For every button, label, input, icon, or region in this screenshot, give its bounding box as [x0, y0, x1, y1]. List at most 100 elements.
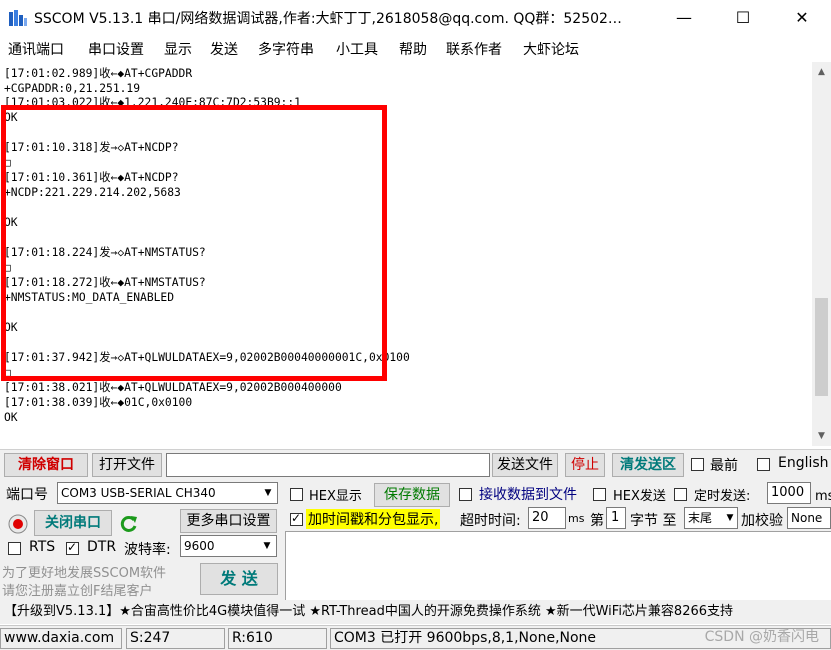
- byte-to-label: 字节 至: [630, 513, 677, 529]
- stop-button[interactable]: 停止: [565, 453, 605, 477]
- send-button[interactable]: 发 送: [200, 563, 278, 595]
- byte-from-input[interactable]: 1: [606, 507, 626, 529]
- log-line: [17:01:10.361]收←◆AT+NCDP?: [4, 171, 179, 184]
- interval-input[interactable]: 1000: [767, 482, 811, 504]
- app-logo-icon: [9, 10, 27, 26]
- hex-send-checkbox[interactable]: [593, 488, 606, 501]
- baud-select-value: 9600: [184, 539, 215, 553]
- port-select[interactable]: COM3 USB-SERIAL CH340 ▼: [57, 482, 278, 504]
- port-select-value: COM3 USB-SERIAL CH340: [61, 486, 216, 500]
- vertical-scrollbar[interactable]: ▲ ▼: [812, 62, 831, 446]
- checksum-select[interactable]: None: [787, 507, 831, 529]
- menu-comm-port[interactable]: 通讯端口: [8, 39, 64, 59]
- minimize-button[interactable]: —: [655, 0, 713, 35]
- scroll-down-icon[interactable]: ▼: [812, 428, 831, 445]
- window-title: SSCOM V5.13.1 串口/网络数据调试器,作者:大虾丁丁,2618058…: [34, 11, 622, 27]
- port-label: 端口号: [6, 487, 48, 503]
- chevron-down-icon: ▼: [259, 483, 277, 503]
- timed-send-label: 定时发送:: [694, 489, 751, 504]
- log-line: □: [4, 366, 11, 379]
- log-line: OK: [4, 216, 18, 229]
- send-file-button[interactable]: 发送文件: [492, 453, 558, 477]
- log-line: [17:01:03.022]收←◆1.221,240E:87C:7D2:53B9…: [4, 96, 301, 109]
- refresh-icon[interactable]: [119, 514, 139, 534]
- news-ticker[interactable]: 【升级到V5.13.1】★合宙高性价比4G模块值得一试 ★RT-Thread中国…: [0, 600, 831, 624]
- log-line: [17:01:18.224]发→◇AT+NMSTATUS?: [4, 246, 206, 259]
- menu-forum[interactable]: 大虾论坛: [523, 39, 579, 59]
- log-line: OK: [4, 321, 18, 334]
- port-status-icon: [8, 514, 28, 534]
- menu-contact-author[interactable]: 联系作者: [446, 39, 502, 59]
- scroll-up-icon[interactable]: ▲: [812, 64, 831, 81]
- recv-to-file-checkbox[interactable]: [459, 488, 472, 501]
- log-line: [17:01:37.942]发→◇AT+QLWULDATAEX=9,02002B…: [4, 351, 410, 364]
- promo-line-2[interactable]: 请您注册嘉立创F结尾客户: [2, 580, 152, 599]
- log-line: [17:01:18.272]收←◆AT+NMSTATUS?: [4, 276, 206, 289]
- checksum-value: None: [791, 511, 823, 525]
- baud-label: 波特率:: [124, 542, 171, 558]
- maximize-button[interactable]: ☐: [714, 0, 772, 35]
- close-button[interactable]: ✕: [773, 0, 831, 35]
- log-line: [17:01:38.039]收←◆01C,0x0100: [4, 396, 193, 409]
- scrollbar-thumb[interactable]: [815, 298, 828, 396]
- received-count: R:610: [228, 628, 327, 649]
- menu-display[interactable]: 显示: [164, 39, 192, 59]
- settings-panel: 端口号 COM3 USB-SERIAL CH340 ▼ 关闭串口 更多串口设置 …: [0, 479, 831, 600]
- clear-window-button[interactable]: 清除窗口: [4, 453, 88, 477]
- dtr-label: DTR: [87, 539, 117, 555]
- hex-send-label: HEX发送: [613, 489, 666, 504]
- send-textarea[interactable]: [285, 531, 831, 600]
- chevron-down-icon: ▼: [258, 536, 276, 556]
- log-line: [17:01:10.318]发→◇AT+NCDP?: [4, 141, 179, 154]
- log-line: [17:01:02.989]收←◆AT+CGPADDR: [4, 67, 193, 80]
- clear-send-button[interactable]: 清发送区: [612, 453, 684, 477]
- menu-help[interactable]: 帮助: [399, 39, 427, 59]
- file-path-input[interactable]: [166, 453, 490, 477]
- log-line: OK: [4, 411, 18, 424]
- dtr-checkbox[interactable]: [66, 540, 79, 555]
- action-toolbar: 清除窗口 打开文件 发送文件 停止 清发送区 最前 English: [0, 449, 831, 479]
- close-port-button[interactable]: 关闭串口: [34, 510, 112, 536]
- menu-multi-string[interactable]: 多字符串: [258, 39, 314, 59]
- hex-display-checkbox[interactable]: [290, 488, 303, 501]
- recv-to-file-label: 接收数据到文件: [479, 487, 577, 503]
- menu-send[interactable]: 发送: [210, 39, 238, 59]
- byte-end-select[interactable]: 末尾 ▼: [684, 507, 738, 529]
- menu-bar: 通讯端口 串口设置 显示 发送 多字符串 小工具 帮助 联系作者 大虾论坛: [0, 37, 831, 59]
- save-data-button[interactable]: 保存数据: [374, 483, 450, 507]
- chevron-down-icon: ▼: [723, 508, 737, 528]
- log-line: +NCDP:221.229.214.202,5683: [4, 186, 181, 199]
- menu-serial-settings[interactable]: 串口设置: [88, 39, 144, 59]
- baud-select[interactable]: 9600 ▼: [180, 535, 277, 557]
- log-line: □: [4, 261, 11, 274]
- english-checkbox[interactable]: [757, 458, 770, 471]
- title-bar: SSCOM V5.13.1 串口/网络数据调试器,作者:大虾丁丁,2618058…: [0, 0, 831, 35]
- rts-checkbox[interactable]: [8, 542, 21, 555]
- timeout-label: 超时时间:: [460, 513, 521, 529]
- timeout-unit-label: ms: [568, 512, 585, 525]
- menu-tools[interactable]: 小工具: [336, 39, 378, 59]
- log-line: [17:01:38.021]收←◆AT+QLWULDATAEX=9,02002B…: [4, 381, 342, 394]
- receive-log[interactable]: [17:01:02.989]收←◆AT+CGPADDR +CGPADDR:0,2…: [0, 62, 812, 446]
- english-label: English: [778, 455, 829, 471]
- website-link[interactable]: www.daxia.com: [0, 628, 122, 649]
- timestamp-label: 加时间戳和分包显示,: [306, 509, 441, 529]
- rts-label: RTS: [29, 539, 56, 555]
- watermark: CSDN @奶香闪电: [704, 629, 819, 645]
- timed-send-checkbox[interactable]: [674, 488, 687, 501]
- topmost-checkbox[interactable]: [691, 458, 704, 471]
- log-line: +CGPADDR:0,21.251.19: [4, 82, 141, 95]
- hex-display-label: HEX显示: [309, 489, 362, 504]
- sent-count: S:247: [126, 628, 225, 649]
- promo-line-1[interactable]: 为了更好地发展SSCOM软件: [2, 562, 166, 581]
- log-line: +NMSTATUS:MO_DATA_ENABLED: [4, 291, 175, 304]
- timestamp-checkbox[interactable]: [290, 511, 303, 526]
- log-line: OK: [4, 111, 18, 124]
- byte-end-value: 末尾: [688, 511, 713, 525]
- byte-from-prefix: 第: [590, 513, 604, 529]
- timeout-input[interactable]: 20: [528, 507, 566, 529]
- more-serial-settings-button[interactable]: 更多串口设置: [180, 509, 277, 533]
- topmost-label: 最前: [710, 458, 738, 474]
- interval-unit-label: ms/次: [815, 489, 831, 504]
- open-file-button[interactable]: 打开文件: [92, 453, 162, 477]
